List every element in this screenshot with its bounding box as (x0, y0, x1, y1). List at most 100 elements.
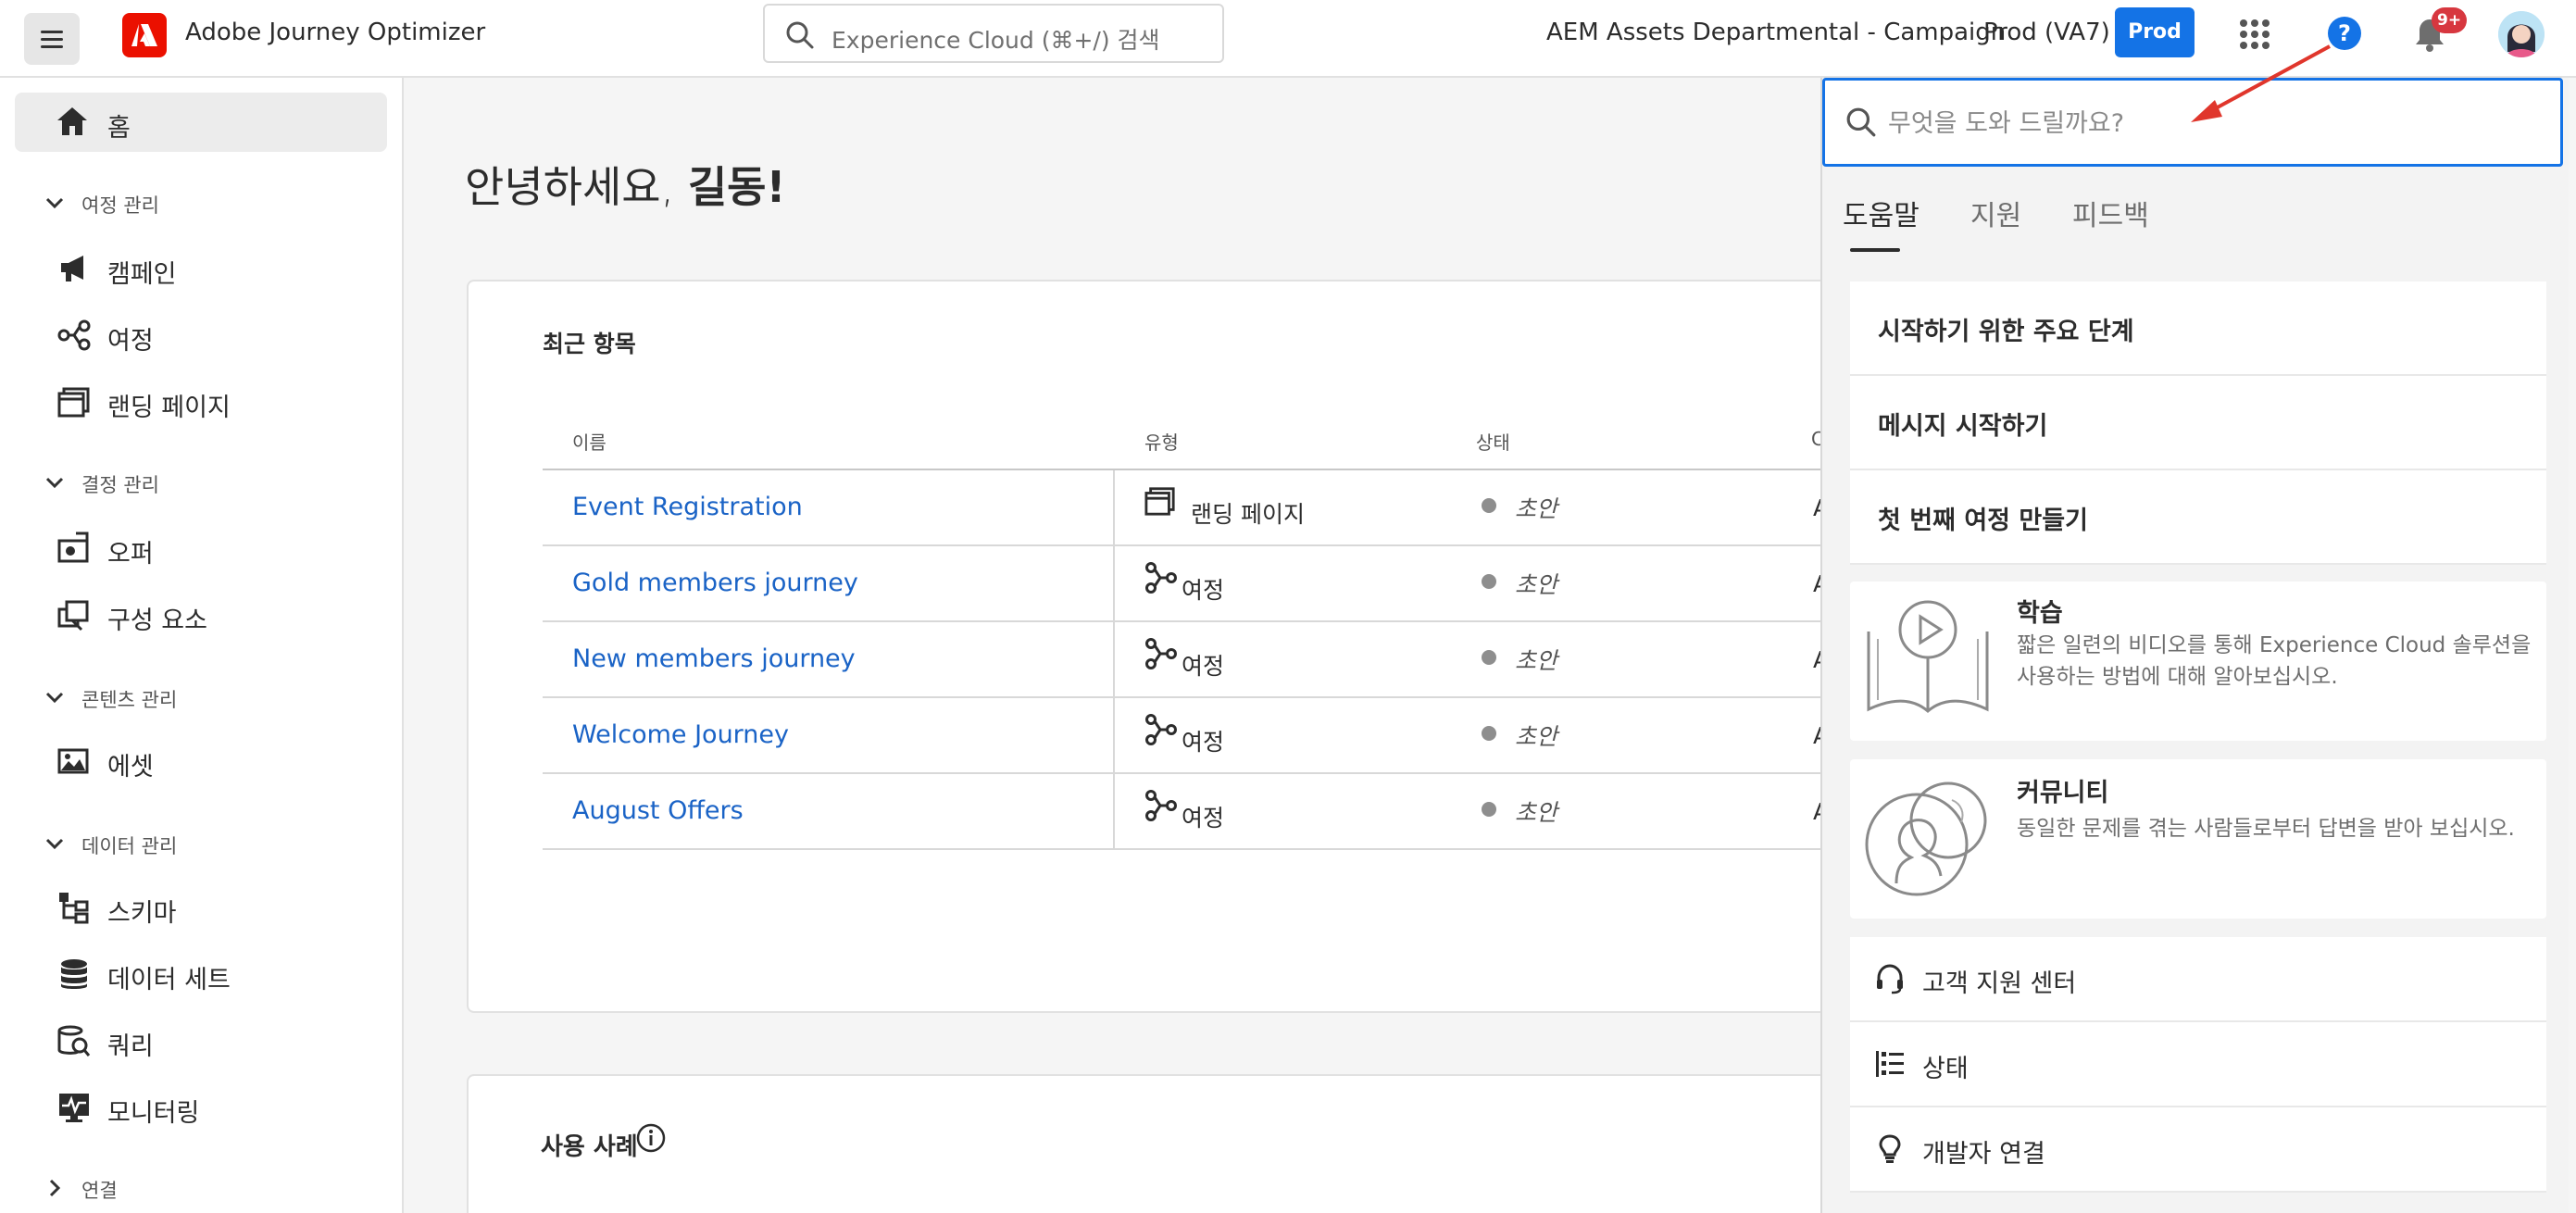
nav-section-journey-management[interactable]: 여정 관리 (0, 180, 389, 224)
chevron-down-icon (45, 197, 64, 209)
nav-item-label: 구성 요소 (107, 606, 207, 635)
table-row[interactable]: Gold members journey 여정 초안 A (543, 546, 1876, 622)
row-name-link[interactable]: August Offers (572, 796, 744, 825)
assets-icon (57, 748, 89, 774)
search-icon (786, 21, 814, 49)
help-link-getting-started[interactable]: 시작하기 위한 주요 단계 (1850, 281, 2546, 376)
help-card-community[interactable]: 커뮤니티 동일한 문제를 겪는 사람들로부터 답변을 받아 보십시오. (1850, 759, 2546, 919)
sandbox-name[interactable]: Prod (VA7) (1983, 19, 2110, 46)
help-foot-label: 고객 지원 센터 (1922, 969, 2077, 998)
column-header-status[interactable]: 상태 (1476, 428, 1510, 455)
help-link-messages[interactable]: 메시지 시작하기 (1850, 376, 2546, 470)
headset-icon (1877, 964, 1903, 994)
nav-section-connections[interactable]: 연결 (0, 1165, 389, 1209)
left-nav: 홈 여정 관리 캠페인 여정 랜딩 페이지 결정 관리 오퍼 구성 요소 콘텐츠… (0, 78, 404, 1213)
avatar[interactable] (2498, 11, 2545, 57)
help-search-input[interactable] (1888, 101, 2518, 145)
status-dot (1482, 802, 1496, 817)
nav-item-label: 모니터링 (107, 1099, 200, 1128)
landing-page-icon (1144, 487, 1175, 516)
nav-item-components[interactable]: 구성 요소 (0, 583, 389, 643)
nav-item-label: 랜딩 페이지 (107, 394, 231, 422)
column-header-name[interactable]: 이름 (572, 428, 606, 455)
nav-item-label: 오퍼 (107, 540, 154, 569)
row-type-label: 여정 (1182, 653, 1225, 680)
table-row[interactable]: New members journey 여정 초안 A (543, 622, 1876, 698)
nav-item-home[interactable]: 홈 (15, 93, 387, 152)
row-status: 초안 (1515, 723, 1558, 750)
help-foot-label: 개발자 연결 (1922, 1140, 2045, 1169)
journey-icon (1145, 714, 1177, 745)
nav-item-campaigns[interactable]: 캠페인 (0, 237, 389, 296)
nav-item-assets[interactable]: 에셋 (0, 730, 389, 789)
table-row[interactable]: Event Registration 랜딩 페이지 초안 A (543, 470, 1876, 546)
help-icon[interactable]: ? (2328, 17, 2361, 50)
nav-item-schemas[interactable]: 스키마 (0, 876, 389, 935)
nav-item-monitoring[interactable]: 모니터링 (0, 1076, 389, 1135)
journey-icon (57, 319, 91, 351)
help-link-developer-connection[interactable]: 개발자 연결 (1850, 1107, 2546, 1193)
help-link-support-center[interactable]: 고객 지원 센터 (1850, 937, 2546, 1022)
nav-section-data-management[interactable]: 데이터 관리 (0, 820, 389, 865)
table-row[interactable]: August Offers 여정 초안 A (543, 774, 1876, 850)
nav-item-landing-pages[interactable]: 랜딩 페이지 (0, 370, 389, 430)
help-link-label: 메시지 시작하기 (1878, 412, 2048, 441)
org-switcher[interactable]: AEM Assets Departmental - Campaign (1546, 19, 2006, 46)
sandbox-prod-badge[interactable]: Prod (2115, 7, 2195, 57)
use-cases-card: 사용 사례 (467, 1074, 1874, 1213)
tab-help[interactable]: 도움말 (1843, 193, 1919, 233)
search-icon (1846, 107, 1876, 137)
journey-icon (1145, 638, 1177, 669)
adobe-logo[interactable] (122, 13, 167, 57)
menu-icon[interactable] (24, 13, 80, 65)
status-dot (1482, 650, 1496, 665)
chevron-down-icon (45, 477, 64, 489)
nav-section-content-management[interactable]: 콘텐츠 관리 (0, 674, 389, 719)
nav-item-journeys[interactable]: 여정 (0, 304, 389, 363)
nav-section-label: 데이터 관리 (81, 835, 178, 857)
help-link-first-journey[interactable]: 첫 번째 여정 만들기 (1850, 470, 2546, 565)
nav-item-offers[interactable]: 오퍼 (0, 517, 389, 576)
help-card-learn[interactable]: 학습 짧은 일련의 비디오를 통해 Experience Cloud 솔루션을 … (1850, 581, 2546, 741)
monitoring-icon (59, 1094, 89, 1122)
row-name-link[interactable]: New members journey (572, 644, 856, 673)
table-row[interactable]: Welcome Journey 여정 초안 A (543, 698, 1876, 774)
app-title[interactable]: Adobe Journey Optimizer (185, 19, 485, 46)
row-name-link[interactable]: Welcome Journey (572, 720, 789, 749)
help-card-description: 짧은 일련의 비디오를 통해 Experience Cloud 솔루션을 사용하… (2017, 633, 2532, 689)
database-icon (61, 959, 87, 989)
nav-item-label: 홈 (107, 114, 131, 143)
use-cases-title: 사용 사례 (541, 1133, 638, 1161)
global-search-field[interactable]: Experience Cloud (⌘+/) 검색 (763, 4, 1224, 63)
tab-support[interactable]: 지원 (1970, 193, 2021, 233)
apps-grid-icon[interactable] (2239, 19, 2270, 50)
nav-section-label: 콘텐츠 관리 (81, 689, 178, 711)
help-search-field[interactable] (1822, 78, 2563, 167)
column-divider (1113, 698, 1115, 774)
journey-icon (1145, 562, 1177, 594)
help-link-status[interactable]: 상태 (1850, 1022, 2546, 1107)
row-name-link[interactable]: Gold members journey (572, 569, 858, 597)
notification-count-badge: 9+ (2432, 7, 2468, 33)
row-type-label: 여정 (1182, 577, 1225, 604)
community-illustration (1865, 782, 1987, 896)
row-type-label: 여정 (1182, 729, 1225, 756)
column-header-type[interactable]: 유형 (1144, 428, 1179, 455)
greeting-user-name: 길동! (687, 162, 786, 212)
row-status: 초안 (1515, 495, 1558, 522)
nav-item-queries[interactable]: 쿼리 (0, 1009, 389, 1069)
info-icon[interactable] (635, 1122, 667, 1154)
components-icon (57, 600, 89, 632)
video-book-illustration (1867, 600, 1989, 713)
nav-section-decision-management[interactable]: 결정 관리 (0, 459, 389, 504)
recent-items-card: 최근 항목 이름 유형 상태 C Event Registration 랜딩 페… (467, 280, 1876, 1013)
tab-feedback[interactable]: 피드백 (2072, 193, 2149, 233)
status-dot (1482, 726, 1496, 741)
home-icon (57, 107, 87, 135)
row-name-link[interactable]: Event Registration (572, 493, 803, 521)
megaphone-icon (61, 256, 83, 281)
nav-item-label: 스키마 (107, 899, 177, 928)
nav-section-label: 결정 관리 (81, 474, 159, 496)
nav-item-datasets[interactable]: 데이터 세트 (0, 943, 389, 1002)
top-bar: Adobe Journey Optimizer Experience Cloud… (0, 0, 2576, 78)
